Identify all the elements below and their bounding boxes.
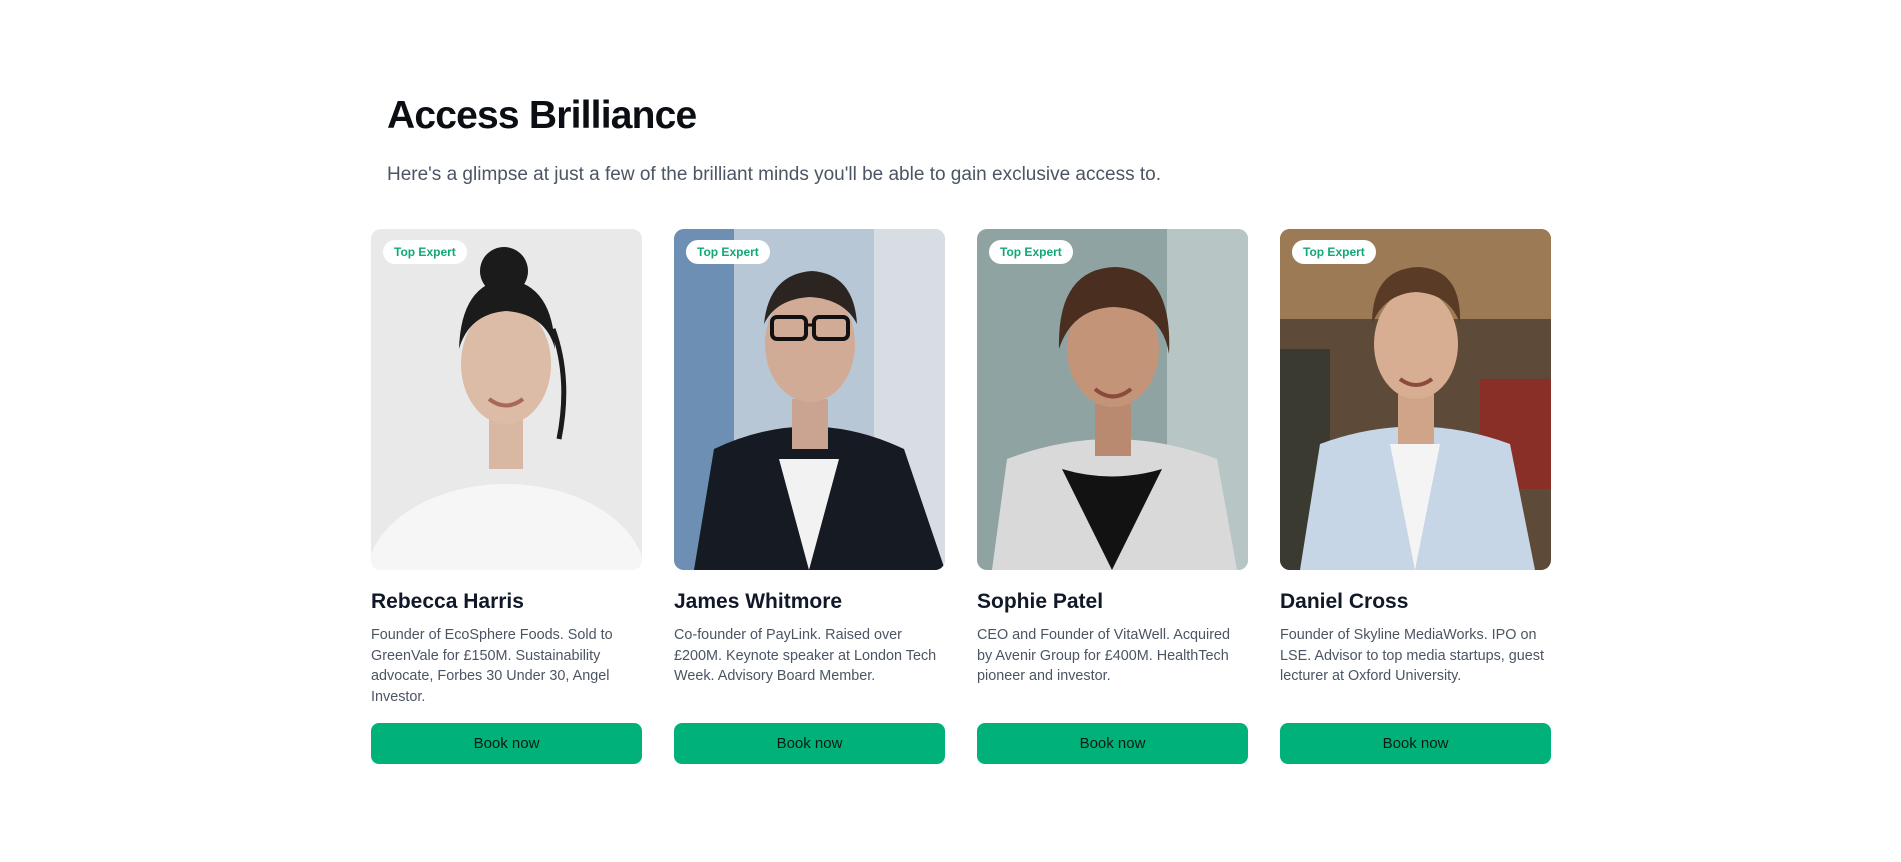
expert-portrait-image [1280, 229, 1551, 570]
expert-bio: Founder of Skyline MediaWorks. IPO on LS… [1280, 627, 1544, 684]
expert-cards: Top Expert Rebecca Harris Founder of Eco… [371, 229, 1551, 764]
expert-bio: CEO and Founder of VitaWell. Acquired by… [977, 627, 1231, 684]
top-expert-badge: Top Expert [989, 240, 1073, 264]
book-now-button[interactable]: Book now [674, 723, 945, 764]
expert-name: James Whitmore [674, 590, 843, 613]
expert-photo: Top Expert [1280, 229, 1551, 570]
expert-card: Top Expert James Whitmore Co-founder of … [674, 229, 945, 764]
expert-card: Top Expert Rebecca Harris Founder of Eco… [371, 229, 642, 764]
top-expert-badge: Top Expert [383, 240, 467, 264]
expert-bio: Co-founder of PayLink. Raised over £200M… [674, 627, 937, 684]
page-subtitle: Here's a glimpse at just a few of the br… [387, 164, 1161, 185]
expert-portrait-image [977, 229, 1248, 570]
expert-bio: Founder of EcoSphere Foods. Sold to Gree… [371, 627, 613, 705]
expert-portrait-image [674, 229, 945, 570]
top-expert-badge: Top Expert [686, 240, 770, 264]
expert-photo: Top Expert [371, 229, 642, 570]
expert-photo: Top Expert [977, 229, 1248, 570]
expert-card: Top Expert Sophie Patel CEO and Founder … [977, 229, 1248, 764]
top-expert-badge: Top Expert [1292, 240, 1376, 264]
expert-name: Daniel Cross [1280, 590, 1409, 613]
book-now-button[interactable]: Book now [977, 723, 1248, 764]
book-now-button[interactable]: Book now [1280, 723, 1551, 764]
book-now-button[interactable]: Book now [371, 723, 642, 764]
expert-name: Rebecca Harris [371, 590, 524, 613]
expert-name: Sophie Patel [977, 590, 1104, 613]
expert-card: Top Expert Daniel Cross Founder of Skyli… [1280, 229, 1551, 764]
page-title: Access Brilliance [387, 94, 697, 137]
expert-photo: Top Expert [674, 229, 945, 570]
experts-section: Access Brilliance Here's a glimpse at ju… [0, 0, 1901, 862]
expert-portrait-image [371, 229, 642, 570]
